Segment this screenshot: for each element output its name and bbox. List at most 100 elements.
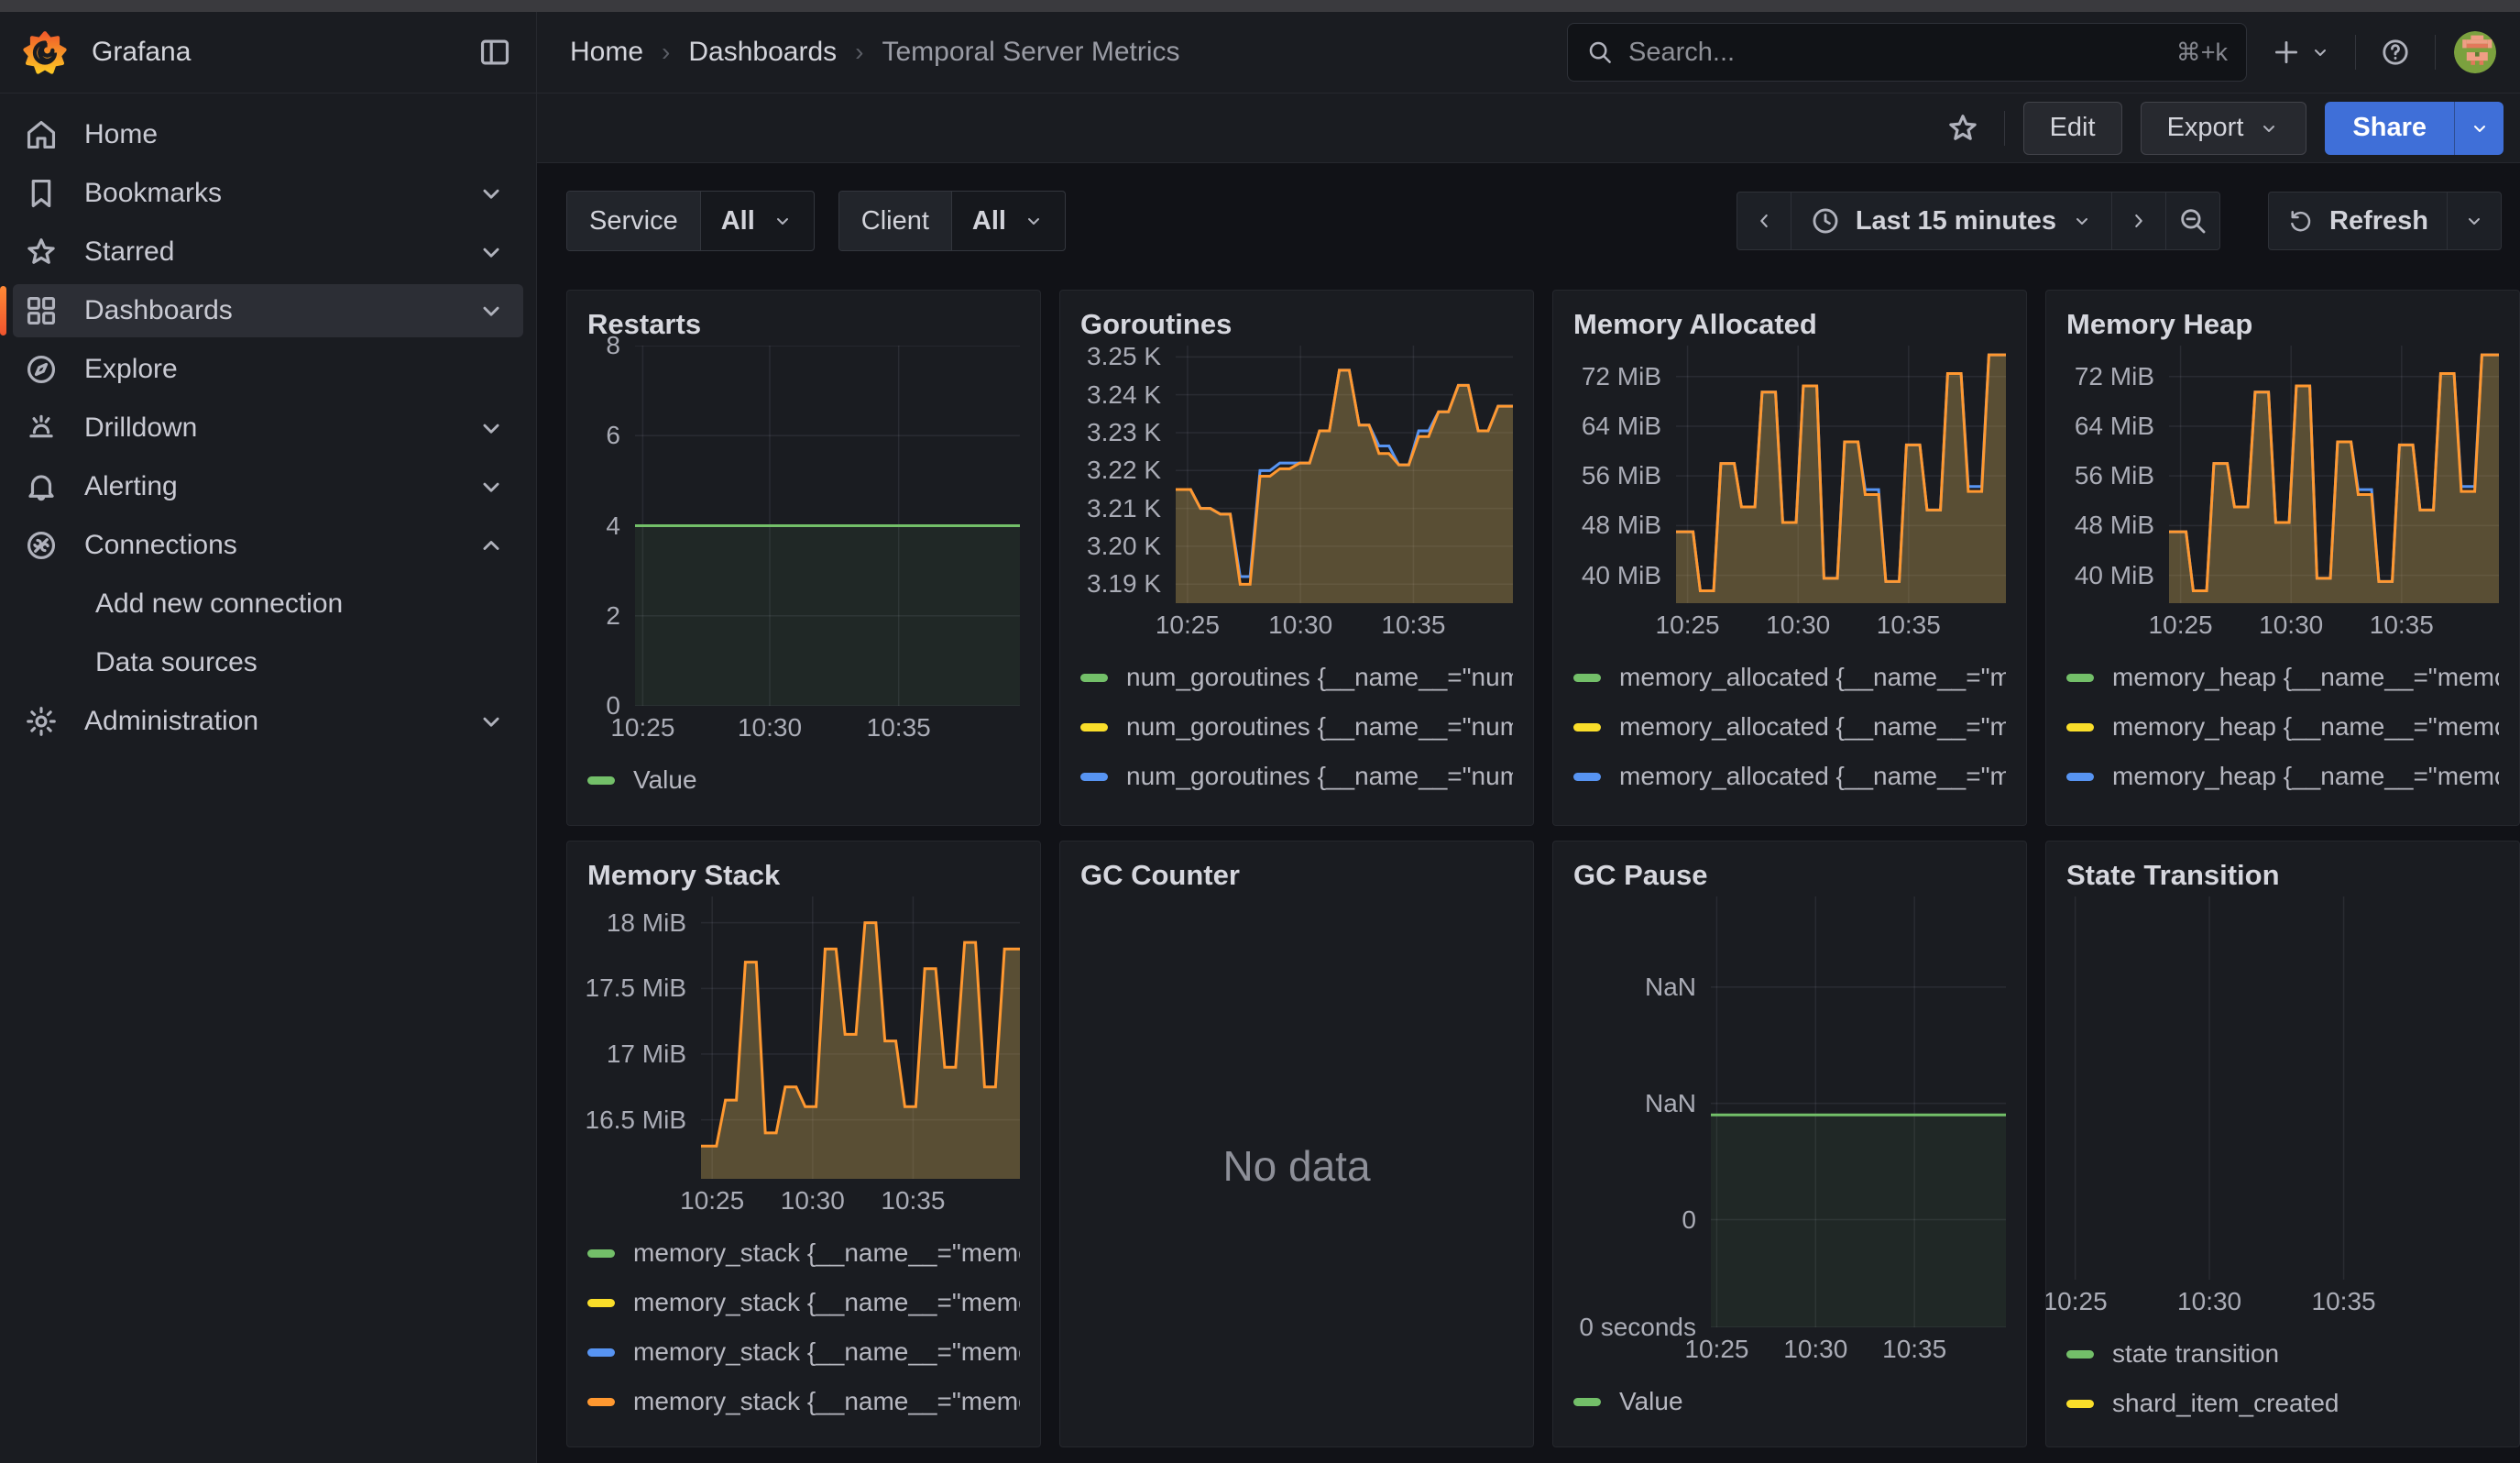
sidebar-item-starred[interactable]: Starred	[13, 226, 523, 279]
search-input[interactable]	[1627, 37, 2164, 69]
edit-button[interactable]: Edit	[2023, 102, 2122, 155]
legend-item[interactable]: memory_heap {__name__="memory_h	[2066, 801, 2499, 814]
sidebar-item-dashboards[interactable]: Dashboards	[13, 284, 523, 337]
sidebar-menu: Home Bookmarks StarredDashboards Explore Dri…	[0, 94, 536, 1463]
sidebar-item-home[interactable]: Home	[13, 108, 523, 161]
chart-plot[interactable]	[1711, 896, 2006, 1327]
sidebar-item-bookmarks[interactable]: Bookmarks	[13, 167, 523, 220]
client-filter[interactable]: Client All	[838, 191, 1066, 251]
panel-title[interactable]: Memory Heap	[2066, 303, 2499, 346]
legend-item[interactable]: memory_heap {__name__="memory_h	[2066, 653, 2499, 702]
legend-item[interactable]: state transition	[2066, 1329, 2499, 1379]
panel-title[interactable]: State Transition	[2066, 854, 2499, 896]
search-box[interactable]: ⌘+k	[1567, 23, 2247, 82]
share-menu-button[interactable]	[2454, 102, 2504, 155]
chevron-down-icon	[2071, 210, 2093, 232]
time-shift-forward-button[interactable]	[2111, 192, 2165, 249]
legend-label: memory_allocated {__name__="memo	[1619, 712, 2006, 742]
panel-title[interactable]: Restarts	[587, 303, 1020, 346]
legend-item[interactable]: shard_item_created	[2066, 1379, 2499, 1428]
sidebar-collapse-icon[interactable]	[477, 35, 512, 70]
divider	[2435, 35, 2436, 70]
chart-plot[interactable]	[1676, 346, 2006, 603]
sidebar-item-explore[interactable]: Explore	[13, 343, 523, 396]
x-axis-label: 10:25	[680, 1186, 744, 1216]
bell-icon	[24, 469, 59, 504]
panel-title[interactable]: GC Pause	[1573, 854, 2006, 896]
sidebar-item-data-sources[interactable]: Data sources	[13, 636, 523, 689]
panel-legend: num_goroutines {__name__="num_gornum_gor…	[1080, 653, 1513, 814]
time-range-picker[interactable]: Last 15 minutes	[1791, 192, 2111, 249]
refresh-interval-button[interactable]	[2447, 192, 2501, 249]
legend-item[interactable]: memory_stack {__name__="memory_s	[587, 1228, 1020, 1278]
legend-swatch	[1080, 773, 1108, 781]
legend-swatch	[1573, 773, 1601, 781]
connections-icon	[24, 528, 59, 563]
y-axis-label: 3.25 K	[1087, 342, 1161, 371]
legend-label: num_goroutines {__name__="num_gor	[1126, 712, 1513, 742]
breadcrumb-home[interactable]: Home	[570, 37, 643, 68]
x-axis-label: 10:35	[867, 713, 931, 742]
legend-item[interactable]: num_goroutines {__name__="num_gor	[1080, 653, 1513, 702]
sidebar-item-connections[interactable]: Connections	[13, 519, 523, 572]
panel-title[interactable]: Goroutines	[1080, 303, 1513, 346]
service-filter[interactable]: Service All	[566, 191, 815, 251]
sidebar-item-drilldown[interactable]: Drilldown	[13, 402, 523, 455]
favorite-button[interactable]	[1940, 105, 1986, 151]
legend-item[interactable]: num_goroutines {__name__="num_gor	[1080, 752, 1513, 801]
breadcrumb-dashboards[interactable]: Dashboards	[688, 37, 837, 68]
legend-item[interactable]: num_goroutines {__name__="num_gor	[1080, 801, 1513, 814]
x-axis-label: 10:35	[2370, 610, 2434, 640]
sidebar-item-alerting[interactable]: Alerting	[13, 460, 523, 513]
chart-plot[interactable]	[1176, 346, 1513, 603]
legend-item[interactable]: memory_allocated {__name__="memo	[1573, 752, 2006, 801]
legend-item[interactable]: memory_heap {__name__="memory_h	[2066, 752, 2499, 801]
sidebar-item-label: Alerting	[84, 471, 476, 502]
plus-icon	[2271, 37, 2302, 68]
legend-item[interactable]: memory_stack {__name__="memory_s	[587, 1278, 1020, 1327]
legend-label: memory_heap {__name__="memory_h	[2112, 663, 2499, 692]
legend-item[interactable]: memory_allocated {__name__="memo	[1573, 702, 2006, 752]
y-axis-label: 2	[606, 601, 620, 631]
y-axis: 86420	[587, 346, 635, 706]
panel-legend: memory_stack {__name__="memory_smemory_s…	[587, 1228, 1020, 1436]
help-button[interactable]	[2374, 31, 2416, 73]
refresh-icon	[2287, 207, 2315, 235]
sidebar-item-administration[interactable]: Administration	[13, 695, 523, 748]
sidebar-item-add-new-connection[interactable]: Add new connection	[13, 578, 523, 631]
legend-item[interactable]: Value	[587, 755, 1020, 805]
panel-restarts: Restarts8642010:2510:3010:35Value	[566, 290, 1041, 826]
chart-plot[interactable]	[2070, 896, 2499, 1280]
x-axis-label: 10:30	[738, 713, 802, 742]
legend-swatch	[587, 1299, 615, 1307]
legend-item[interactable]: num_goroutines {__name__="num_gor	[1080, 702, 1513, 752]
share-button[interactable]: Share	[2325, 102, 2454, 155]
add-button[interactable]	[2265, 31, 2337, 73]
panel-title[interactable]: Memory Allocated	[1573, 303, 2006, 346]
x-axis: 10:2510:3010:35	[2066, 1280, 2499, 1322]
y-axis-label: 3.22 K	[1087, 456, 1161, 485]
export-button[interactable]: Export	[2141, 102, 2307, 155]
refresh-button[interactable]: Refresh	[2269, 192, 2447, 249]
legend-label: Value	[1619, 1387, 1683, 1416]
avatar[interactable]	[2454, 31, 2496, 73]
chart-plot[interactable]	[701, 896, 1020, 1179]
zoom-out-button[interactable]	[2165, 192, 2219, 249]
x-axis-label: 10:30	[781, 1186, 845, 1216]
time-shift-back-button[interactable]	[1737, 192, 1791, 249]
legend-item[interactable]: memory_stack {__name__="memory_s	[587, 1327, 1020, 1377]
chart-plot[interactable]	[635, 346, 1020, 706]
chart-plot[interactable]	[2169, 346, 2499, 603]
legend-item[interactable]: memory_heap {__name__="memory_h	[2066, 702, 2499, 752]
legend-swatch	[587, 1348, 615, 1357]
legend-item[interactable]: Value	[1573, 1377, 2006, 1426]
legend-item[interactable]: memory_allocated {__name__="memo	[1573, 801, 2006, 814]
legend-item[interactable]: memory_allocated {__name__="memo	[1573, 653, 2006, 702]
panel-title[interactable]: Memory Stack	[587, 854, 1020, 896]
grafana-logo-icon[interactable]	[22, 29, 68, 75]
share-button-label: Share	[2352, 113, 2427, 143]
panel-title[interactable]: GC Counter	[1080, 854, 1513, 896]
top-navbar: Home › Dashboards › Temporal Server Metr…	[537, 12, 2520, 94]
x-axis: 10:2510:3010:35	[587, 706, 1020, 748]
legend-item[interactable]: memory_stack {__name__="memory_s	[587, 1377, 1020, 1426]
